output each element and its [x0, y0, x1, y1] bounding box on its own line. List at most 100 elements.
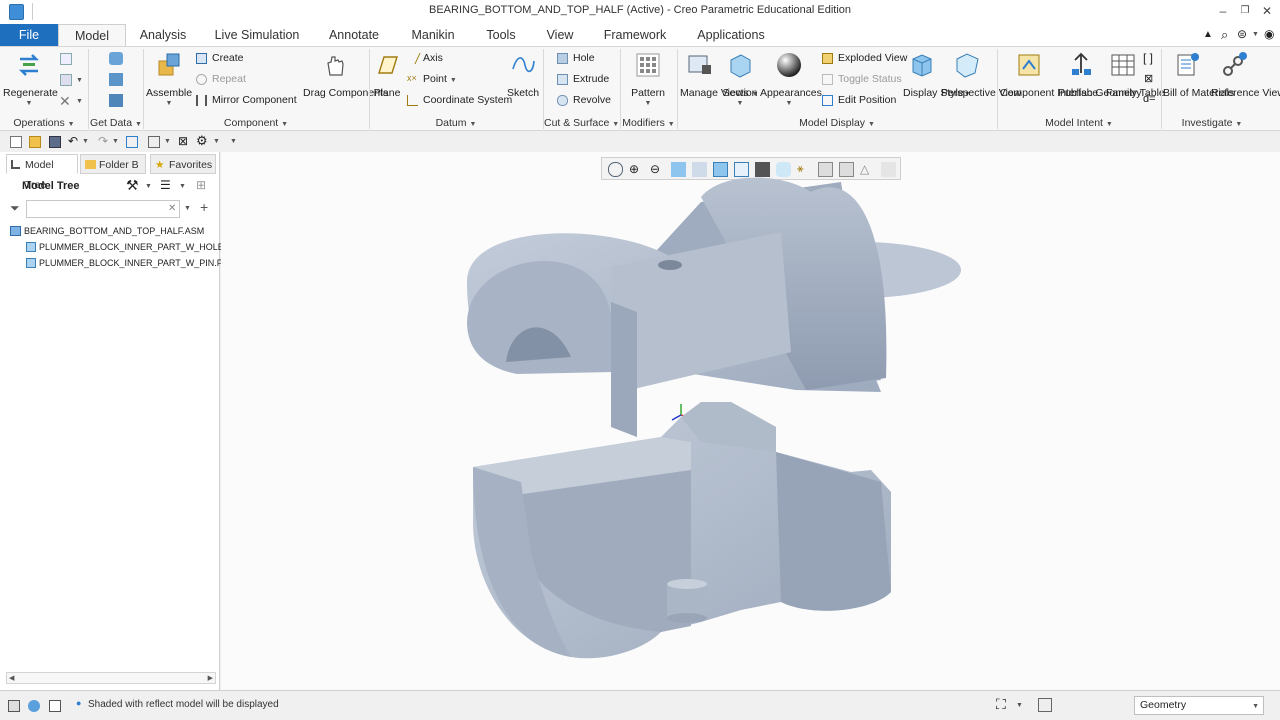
tree-settings-icon[interactable]: ⚒	[126, 177, 139, 194]
tab-tools[interactable]: Tools	[476, 24, 526, 46]
bill-of-materials-button[interactable]: Bill of Materials	[1163, 49, 1234, 99]
horizontal-scrollbar[interactable]: ◀ ▶	[6, 672, 216, 684]
tab-annotate[interactable]: Annotate	[320, 24, 388, 46]
tab-applications[interactable]: Applications	[688, 24, 774, 46]
edit-position-button[interactable]: Edit Position	[822, 91, 896, 109]
windows-icon[interactable]	[148, 136, 160, 148]
tab-favorites[interactable]: ★ Favorites	[150, 154, 216, 174]
top-half-part[interactable]	[467, 177, 961, 437]
group-get-data[interactable]: Get Data ▼	[90, 116, 142, 130]
tab-file[interactable]: File	[0, 24, 58, 46]
globe-icon[interactable]	[28, 700, 40, 712]
group-modifiers[interactable]: Modifiers ▼	[621, 116, 676, 130]
regenerate-button[interactable]: Regenerate ▼	[3, 49, 58, 107]
sketch-button[interactable]: Sketch	[504, 49, 542, 99]
toggle-status-button[interactable]: Toggle Status	[822, 70, 902, 88]
restore-button[interactable]: ❐	[1237, 3, 1253, 19]
parameters-icon[interactable]: d=	[1143, 93, 1156, 105]
group-model-display[interactable]: Model Display ▼	[678, 116, 996, 130]
tab-framework[interactable]: Framework	[596, 24, 674, 46]
copy-geometry-icon[interactable]	[109, 73, 123, 86]
appearances-button[interactable]: Appearances ▼	[760, 49, 822, 107]
display-style-button[interactable]: Display Style▼	[903, 49, 971, 101]
funnel-icon[interactable]: ⏷	[10, 201, 20, 216]
regenerate-small-icon[interactable]	[126, 136, 138, 148]
revolve-button[interactable]: Revolve	[557, 91, 611, 109]
tab-analysis[interactable]: Analysis	[130, 24, 196, 46]
group-operations[interactable]: Operations ▼	[4, 116, 84, 130]
drag-components-button[interactable]: Drag Components	[303, 49, 388, 99]
new-file-icon[interactable]	[10, 136, 22, 148]
close-window-icon[interactable]: ⊠	[178, 134, 188, 148]
layout-icon[interactable]	[8, 700, 20, 712]
open-folder-icon[interactable]	[29, 136, 41, 148]
save-icon[interactable]	[49, 136, 61, 148]
show-columns-icon[interactable]: ☰	[160, 178, 171, 192]
braces-icon[interactable]: [ ]	[1143, 51, 1153, 65]
tree-node-part[interactable]: PLUMMER_BLOCK_INNER_PART_W_PIN.PR	[26, 258, 229, 268]
close-button[interactable]: ✕	[1259, 3, 1275, 19]
extrude-button[interactable]: Extrude	[557, 70, 609, 88]
manage-views-button[interactable]: Manage Views ▼	[680, 49, 759, 101]
selection-filter-select[interactable]: Geometry ▼	[1134, 696, 1264, 715]
bearing-assembly-model[interactable]	[221, 152, 1280, 690]
hole-button[interactable]: Hole	[557, 49, 595, 67]
axis-button[interactable]: Axis	[404, 49, 443, 67]
bottom-half-part[interactable]	[473, 402, 891, 659]
create-component-button[interactable]: Create	[196, 49, 244, 67]
group-investigate[interactable]: Investigate ▼	[1162, 116, 1262, 130]
selection-filter-icon[interactable]	[1038, 698, 1052, 712]
customize-toolbar-icon[interactable]: ▼	[230, 138, 237, 145]
collapse-ribbon-icon[interactable]: ▲	[1203, 29, 1213, 40]
group-cut-surface[interactable]: Cut & Surface ▼	[544, 116, 619, 130]
window-icon[interactable]	[49, 700, 61, 712]
group-model-intent[interactable]: Model Intent ▼	[998, 116, 1160, 130]
tree-search-input[interactable]	[26, 200, 180, 218]
tab-model[interactable]: Model	[58, 24, 126, 46]
family-table-button[interactable]: Family Table	[1106, 49, 1165, 99]
copy-icon[interactable]	[60, 53, 72, 65]
perspective-view-button[interactable]: Perspective View	[941, 49, 1021, 99]
shrinkwrap-icon[interactable]	[109, 94, 123, 107]
reference-viewer-button[interactable]: Reference Viewer	[1211, 49, 1280, 99]
exploded-view-button[interactable]: Exploded View	[822, 49, 907, 67]
tree-node-part[interactable]: PLUMMER_BLOCK_INNER_PART_W_HOLE.	[26, 242, 226, 252]
repeat-button[interactable]: Repeat	[196, 70, 246, 88]
redo-icon[interactable]: ↷	[98, 134, 108, 148]
find-icon[interactable]: ⛶	[996, 696, 1006, 713]
tree-filter-icon[interactable]: ⊞	[196, 178, 206, 192]
paste-icon[interactable]	[60, 74, 72, 86]
help-icon[interactable]: ⊜	[1237, 27, 1247, 41]
tab-live-simulation[interactable]: Live Simulation	[206, 24, 308, 46]
assemble-button[interactable]: Assemble ▼	[146, 49, 192, 107]
publish-geometry-button[interactable]: Publish Geometry	[1058, 49, 1141, 99]
mirror-component-button[interactable]: Mirror Component	[196, 91, 297, 109]
tab-folder-browser[interactable]: Folder B	[80, 154, 146, 174]
plane-button[interactable]: Plane	[372, 49, 402, 99]
search-icon[interactable]: ⌕	[1221, 27, 1228, 43]
graphics-window[interactable]: ⊕ ⊖ ⚹ △	[221, 152, 1280, 690]
minimize-button[interactable]: –	[1215, 3, 1231, 19]
add-filter-icon[interactable]: +	[200, 199, 208, 215]
clear-search-icon[interactable]: ✕	[168, 203, 176, 214]
user-defined-feature-icon[interactable]	[109, 52, 123, 65]
relations-icon[interactable]: ⊠	[1144, 72, 1153, 85]
group-component[interactable]: Component ▼	[144, 116, 368, 130]
tab-manikin[interactable]: Manikin	[400, 24, 466, 46]
pattern-button[interactable]: Pattern ▼	[625, 49, 671, 107]
tab-view[interactable]: View	[536, 24, 584, 46]
coordinate-system-button[interactable]: Coordinate System	[407, 91, 512, 109]
point-button[interactable]: x× Point ▼	[407, 70, 457, 88]
search-options-dropdown[interactable]: ▼	[184, 205, 191, 212]
find-dropdown[interactable]: ▼	[1016, 702, 1023, 709]
component-interface-button[interactable]: Component Interface	[1000, 49, 1098, 99]
gear-icon[interactable]: ⚙	[196, 133, 208, 149]
tab-model-tree[interactable]: Model Tree	[6, 154, 78, 191]
help-dropdown-icon[interactable]: ▼	[1252, 31, 1259, 38]
delete-icon[interactable]: ✕	[59, 93, 71, 110]
group-datum[interactable]: Datum ▼	[370, 116, 542, 130]
section-button[interactable]: Section ▼	[722, 49, 758, 107]
settings-icon[interactable]: ◉	[1264, 27, 1274, 41]
tree-node-assembly[interactable]: BEARING_BOTTOM_AND_TOP_HALF.ASM	[10, 226, 204, 236]
undo-icon[interactable]: ↶	[68, 134, 78, 148]
